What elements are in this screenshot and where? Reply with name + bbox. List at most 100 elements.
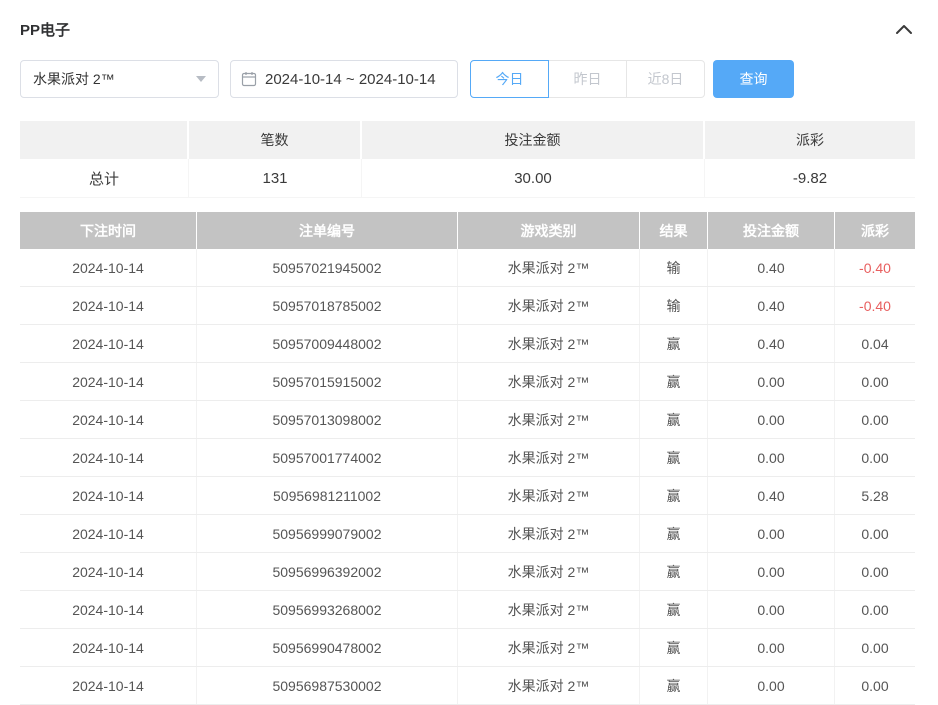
cell-order-id: 50956999079002 bbox=[197, 515, 458, 552]
cell-bet-amount: 0.40 bbox=[708, 287, 835, 324]
cell-result: 赢 bbox=[640, 439, 708, 476]
cell-payout: 0.00 bbox=[835, 363, 915, 400]
date-range-input[interactable]: 2024-10-14 ~ 2024-10-14 bbox=[230, 60, 458, 98]
cell-order-id: 50957021945002 bbox=[197, 249, 458, 286]
query-button[interactable]: 查询 bbox=[713, 60, 794, 98]
cell-bet-amount: 0.00 bbox=[708, 591, 835, 628]
cell-game: 水果派对 2™ bbox=[458, 249, 640, 286]
header-cell-result: 结果 bbox=[640, 212, 708, 249]
cell-result: 赢 bbox=[640, 591, 708, 628]
cell-payout: 0.00 bbox=[835, 401, 915, 438]
chevron-up-icon bbox=[895, 23, 913, 35]
bets-table: 下注时间 注单编号 游戏类别 结果 投注金额 派彩 2024-10-145095… bbox=[20, 212, 915, 705]
table-row: 2024-10-1450956987530002水果派对 2™赢0.000.00 bbox=[20, 667, 915, 705]
table-header-row: 下注时间 注单编号 游戏类别 结果 投注金额 派彩 bbox=[20, 212, 915, 249]
summary-table: 笔数 投注金额 派彩 总计 131 30.00 -9.82 bbox=[20, 121, 915, 198]
cell-time: 2024-10-14 bbox=[20, 287, 197, 324]
cell-order-id: 50956996392002 bbox=[197, 553, 458, 590]
cell-order-id: 50957001774002 bbox=[197, 439, 458, 476]
cell-game: 水果派对 2™ bbox=[458, 591, 640, 628]
header-cell-game: 游戏类别 bbox=[458, 212, 640, 249]
table-row: 2024-10-1450956981211002水果派对 2™赢0.405.28 bbox=[20, 477, 915, 515]
table-row: 2024-10-1450956996392002水果派对 2™赢0.000.00 bbox=[20, 553, 915, 591]
quick-button-yesterday[interactable]: 昨日 bbox=[548, 60, 627, 98]
cell-order-id: 50957013098002 bbox=[197, 401, 458, 438]
table-row: 2024-10-1450957015915002水果派对 2™赢0.000.00 bbox=[20, 363, 915, 401]
quick-button-last8days[interactable]: 近8日 bbox=[626, 60, 705, 98]
cell-game: 水果派对 2™ bbox=[458, 515, 640, 552]
calendar-icon bbox=[241, 71, 257, 87]
header-cell-time: 下注时间 bbox=[20, 212, 197, 249]
cell-game: 水果派对 2™ bbox=[458, 363, 640, 400]
cell-bet-amount: 0.00 bbox=[708, 439, 835, 476]
cell-order-id: 50956990478002 bbox=[197, 629, 458, 666]
cell-game: 水果派对 2™ bbox=[458, 439, 640, 476]
summary-header-row: 笔数 投注金额 派彩 bbox=[20, 121, 915, 159]
page-title: PP电子 bbox=[20, 19, 70, 40]
cell-order-id: 50956981211002 bbox=[197, 477, 458, 514]
cell-time: 2024-10-14 bbox=[20, 477, 197, 514]
cell-result: 赢 bbox=[640, 363, 708, 400]
cell-time: 2024-10-14 bbox=[20, 629, 197, 666]
cell-order-id: 50957018785002 bbox=[197, 287, 458, 324]
cell-game: 水果派对 2™ bbox=[458, 325, 640, 362]
summary-total-label: 总计 bbox=[20, 159, 189, 198]
cell-bet-amount: 0.40 bbox=[708, 477, 835, 514]
cell-payout: 0.00 bbox=[835, 629, 915, 666]
cell-order-id: 50956993268002 bbox=[197, 591, 458, 628]
game-select[interactable]: 水果派对 2™ bbox=[20, 60, 219, 98]
cell-time: 2024-10-14 bbox=[20, 553, 197, 590]
table-row: 2024-10-1450957021945002水果派对 2™输0.40-0.4… bbox=[20, 249, 915, 287]
table-row: 2024-10-1450957018785002水果派对 2™输0.40-0.4… bbox=[20, 287, 915, 325]
cell-payout: 0.00 bbox=[835, 553, 915, 590]
cell-time: 2024-10-14 bbox=[20, 439, 197, 476]
cell-bet-amount: 0.00 bbox=[708, 363, 835, 400]
summary-total-row: 总计 131 30.00 -9.82 bbox=[20, 159, 915, 198]
cell-time: 2024-10-14 bbox=[20, 249, 197, 286]
cell-payout: -0.40 bbox=[835, 249, 915, 286]
cell-result: 赢 bbox=[640, 629, 708, 666]
table-row: 2024-10-1450956993268002水果派对 2™赢0.000.00 bbox=[20, 591, 915, 629]
table-body: 2024-10-1450957021945002水果派对 2™输0.40-0.4… bbox=[20, 249, 915, 705]
quick-button-today[interactable]: 今日 bbox=[470, 60, 549, 98]
cell-result: 输 bbox=[640, 249, 708, 286]
cell-time: 2024-10-14 bbox=[20, 325, 197, 362]
cell-game: 水果派对 2™ bbox=[458, 401, 640, 438]
summary-bet-amount-value: 30.00 bbox=[362, 159, 705, 198]
cell-bet-amount: 0.00 bbox=[708, 629, 835, 666]
collapse-button[interactable] bbox=[893, 18, 915, 40]
table-row: 2024-10-1450957009448002水果派对 2™赢0.400.04 bbox=[20, 325, 915, 363]
header-cell-bet-amount: 投注金额 bbox=[708, 212, 835, 249]
cell-payout: -0.40 bbox=[835, 287, 915, 324]
header-cell-payout: 派彩 bbox=[835, 212, 915, 249]
quick-range-group: 今日 昨日 近8日 bbox=[470, 60, 705, 98]
cell-payout: 0.00 bbox=[835, 591, 915, 628]
date-range-value: 2024-10-14 ~ 2024-10-14 bbox=[265, 71, 436, 88]
cell-bet-amount: 0.40 bbox=[708, 325, 835, 362]
summary-header-payout: 派彩 bbox=[705, 121, 915, 159]
header-cell-order-id: 注单编号 bbox=[197, 212, 458, 249]
summary-header-count: 笔数 bbox=[189, 121, 362, 159]
cell-result: 输 bbox=[640, 287, 708, 324]
cell-game: 水果派对 2™ bbox=[458, 287, 640, 324]
cell-bet-amount: 0.00 bbox=[708, 401, 835, 438]
cell-payout: 0.00 bbox=[835, 515, 915, 552]
summary-header-blank bbox=[20, 121, 189, 159]
cell-result: 赢 bbox=[640, 553, 708, 590]
cell-payout: 0.00 bbox=[835, 439, 915, 476]
cell-result: 赢 bbox=[640, 401, 708, 438]
section-header: PP电子 bbox=[20, 14, 915, 44]
cell-bet-amount: 0.00 bbox=[708, 553, 835, 590]
table-row: 2024-10-1450956990478002水果派对 2™赢0.000.00 bbox=[20, 629, 915, 667]
cell-game: 水果派对 2™ bbox=[458, 553, 640, 590]
cell-payout: 5.28 bbox=[835, 477, 915, 514]
cell-game: 水果派对 2™ bbox=[458, 629, 640, 666]
game-select-value: 水果派对 2™ bbox=[33, 69, 115, 89]
cell-bet-amount: 0.00 bbox=[708, 515, 835, 552]
cell-time: 2024-10-14 bbox=[20, 363, 197, 400]
cell-time: 2024-10-14 bbox=[20, 401, 197, 438]
table-row: 2024-10-1450957001774002水果派对 2™赢0.000.00 bbox=[20, 439, 915, 477]
cell-time: 2024-10-14 bbox=[20, 591, 197, 628]
cell-order-id: 50957015915002 bbox=[197, 363, 458, 400]
page: PP电子 水果派对 2™ 2024-10-14 ~ 2024-10-14 bbox=[0, 0, 938, 705]
